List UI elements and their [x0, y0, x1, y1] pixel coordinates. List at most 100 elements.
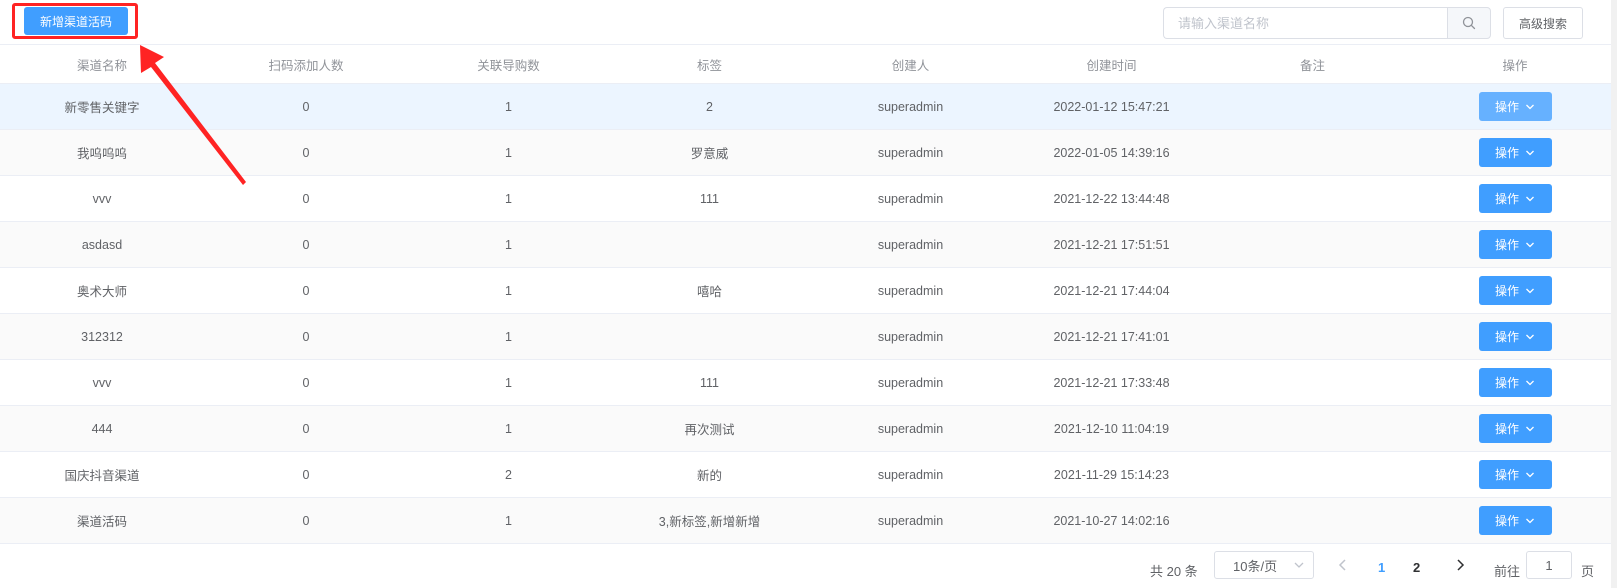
- table-row: asdasd 0 1 superadmin 2021-12-21 17:51:51 操作: [0, 221, 1617, 268]
- cell-guide-count: 1: [408, 83, 609, 130]
- cell-actions: 操作: [1413, 405, 1617, 452]
- table-row: 444 0 1 再次测试 superadmin 2021-12-10 11:04:19 操作: [0, 405, 1617, 452]
- cell-channel-name: 444: [0, 405, 204, 452]
- row-action-dropdown-button[interactable]: 操作: [1478, 506, 1552, 535]
- channel-name-search-input[interactable]: [1163, 7, 1447, 39]
- table-row: vvv 0 1 111 superadmin 2021-12-22 13:44:48 操作: [0, 175, 1617, 222]
- channel-code-table: 渠道名称 扫码添加人数 关联导购数 标签 创建人 创建时间 备注 操作 新零售关…: [0, 45, 1617, 544]
- table-row: 新零售关键字 0 1 2 superadmin 2022-01-12 15:47:21 操作: [0, 83, 1617, 130]
- column-header-tags: 标签: [609, 45, 810, 84]
- row-action-label: 操作: [1494, 514, 1519, 528]
- row-action-label: 操作: [1494, 100, 1519, 114]
- page-size-select[interactable]: 10条/页: [1214, 551, 1314, 579]
- chevron-down-icon: [1526, 288, 1534, 293]
- cell-channel-name: vvv: [0, 359, 204, 406]
- row-action-dropdown-button[interactable]: 操作: [1478, 368, 1552, 397]
- row-action-dropdown-button[interactable]: 操作: [1478, 276, 1552, 305]
- cell-creator: superadmin: [810, 359, 1011, 406]
- row-action-dropdown-button[interactable]: 操作: [1478, 322, 1552, 351]
- cell-channel-name: 312312: [0, 313, 204, 360]
- row-action-label: 操作: [1494, 468, 1519, 482]
- row-action-dropdown-button[interactable]: 操作: [1478, 92, 1552, 121]
- cell-actions: 操作: [1413, 267, 1617, 314]
- row-action-dropdown-button[interactable]: 操作: [1478, 414, 1552, 443]
- table-row: 国庆抖音渠道 0 2 新的 superadmin 2021-11-29 15:14:23 操…: [0, 451, 1617, 498]
- cell-channel-name: 奥术大师: [0, 267, 204, 314]
- cell-actions: 操作: [1413, 129, 1617, 176]
- cell-actions: 操作: [1413, 359, 1617, 406]
- row-action-label: 操作: [1494, 146, 1519, 160]
- table-row: 渠道活码 0 1 3,新标签,新增新增 superadmin 2021-10-27 14:…: [0, 497, 1617, 544]
- chevron-down-icon: [1526, 150, 1534, 155]
- cell-tags: 再次测试: [609, 405, 810, 452]
- goto-page-input[interactable]: [1526, 551, 1572, 579]
- cell-remark: [1212, 313, 1413, 360]
- cell-scan-count: 0: [204, 359, 408, 406]
- row-action-label: 操作: [1494, 376, 1519, 390]
- cell-created-time: 2022-01-12 15:47:21: [1011, 83, 1212, 130]
- chevron-down-icon: [1526, 472, 1534, 477]
- row-action-dropdown-button[interactable]: 操作: [1478, 460, 1552, 489]
- cell-created-time: 2021-10-27 14:02:16: [1011, 497, 1212, 544]
- search-group: [1163, 7, 1491, 39]
- column-header-scan-count: 扫码添加人数: [204, 45, 408, 84]
- search-button[interactable]: [1447, 7, 1491, 39]
- column-header-actions: 操作: [1413, 45, 1617, 84]
- page-number-2[interactable]: 2: [1413, 560, 1420, 575]
- cell-scan-count: 0: [204, 267, 408, 314]
- cell-creator: superadmin: [810, 129, 1011, 176]
- scrollbar-track[interactable]: [1611, 0, 1617, 588]
- page-size-value: 10条/页: [1233, 558, 1278, 574]
- row-action-dropdown-button[interactable]: 操作: [1478, 138, 1552, 167]
- cell-remark: [1212, 497, 1413, 544]
- cell-creator: superadmin: [810, 313, 1011, 360]
- advanced-search-button[interactable]: 高级搜索: [1503, 7, 1583, 39]
- cell-actions: 操作: [1413, 221, 1617, 268]
- search-icon: [1462, 16, 1476, 30]
- column-header-guide-count: 关联导购数: [408, 45, 609, 84]
- row-action-label: 操作: [1494, 238, 1519, 252]
- chevron-down-icon: [1526, 242, 1534, 247]
- cell-creator: superadmin: [810, 405, 1011, 452]
- column-header-remark: 备注: [1212, 45, 1413, 84]
- cell-guide-count: 1: [408, 267, 609, 314]
- row-action-dropdown-button[interactable]: 操作: [1478, 184, 1552, 213]
- cell-channel-name: 我呜呜呜: [0, 129, 204, 176]
- row-action-dropdown-button[interactable]: 操作: [1478, 230, 1552, 259]
- cell-remark: [1212, 405, 1413, 452]
- column-header-channel-name: 渠道名称: [0, 45, 204, 84]
- cell-channel-name: 新零售关键字: [0, 83, 204, 130]
- cell-scan-count: 0: [204, 221, 408, 268]
- chevron-left-icon[interactable]: [1335, 557, 1351, 573]
- chevron-down-icon: [1294, 562, 1304, 568]
- chevron-down-icon: [1526, 334, 1534, 339]
- cell-tags: [609, 313, 810, 360]
- row-action-label: 操作: [1494, 422, 1519, 436]
- cell-actions: 操作: [1413, 175, 1617, 222]
- cell-created-time: 2022-01-05 14:39:16: [1011, 129, 1212, 176]
- cell-actions: 操作: [1413, 313, 1617, 360]
- table-row: 奥术大师 0 1 嘻哈 superadmin 2021-12-21 17:44:04 操作: [0, 267, 1617, 314]
- page-number-1[interactable]: 1: [1378, 560, 1385, 575]
- cell-tags: 嘻哈: [609, 267, 810, 314]
- annotation-highlight-box: [12, 3, 138, 39]
- cell-remark: [1212, 221, 1413, 268]
- cell-creator: superadmin: [810, 83, 1011, 130]
- cell-tags: [609, 221, 810, 268]
- row-action-label: 操作: [1494, 284, 1519, 298]
- column-header-creator: 创建人: [810, 45, 1011, 84]
- table-row: vvv 0 1 111 superadmin 2021-12-21 17:33:48 操作: [0, 359, 1617, 406]
- cell-tags: 111: [609, 175, 810, 222]
- cell-scan-count: 0: [204, 405, 408, 452]
- cell-guide-count: 1: [408, 221, 609, 268]
- chevron-right-icon[interactable]: [1452, 557, 1468, 573]
- chevron-down-icon: [1526, 104, 1534, 109]
- cell-actions: 操作: [1413, 497, 1617, 544]
- cell-guide-count: 1: [408, 175, 609, 222]
- cell-created-time: 2021-12-21 17:51:51: [1011, 221, 1212, 268]
- goto-suffix: 页: [1581, 564, 1595, 579]
- pagination-total: 共 20 条: [1150, 564, 1198, 579]
- cell-creator: superadmin: [810, 267, 1011, 314]
- chevron-down-icon: [1526, 196, 1534, 201]
- table-header-row: 渠道名称 扫码添加人数 关联导购数 标签 创建人 创建时间 备注 操作: [0, 45, 1617, 84]
